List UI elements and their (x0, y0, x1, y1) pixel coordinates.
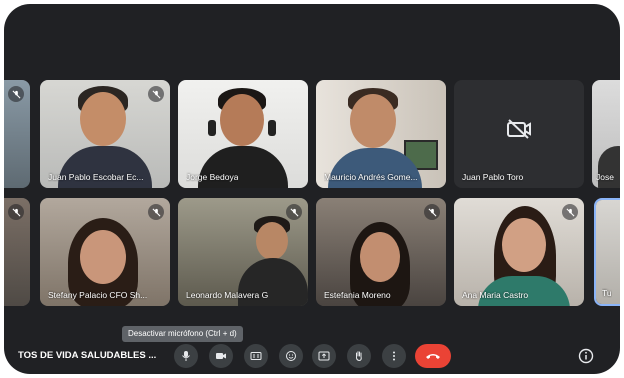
muted-mic-icon (8, 204, 24, 220)
muted-mic-icon (286, 204, 302, 220)
participant-name: Ana Maria Castro (462, 290, 529, 300)
participant-name: Mauricio Andrés Gome... (324, 172, 418, 182)
more-icon (393, 351, 395, 361)
muted-mic-icon (148, 204, 164, 220)
camera-icon (216, 353, 226, 359)
emoji-button[interactable] (279, 344, 303, 368)
more-options-button[interactable] (382, 344, 406, 368)
participant-tile[interactable]: Jorge Bedoya (178, 80, 308, 188)
meeting-title: TOS DE VIDA SALUDABLES ... (18, 350, 157, 361)
muted-mic-icon (148, 86, 164, 102)
muted-mic-icon (424, 204, 440, 220)
camera-off-icon (506, 118, 532, 140)
participant-tile[interactable]: Leonardo Malavera G (178, 198, 308, 306)
control-bar: TOS DE VIDA SALUDABLES ... (4, 340, 620, 370)
participant-tile[interactable]: Jose (592, 80, 620, 188)
participant-tile[interactable]: Mauricio Andrés Gome... (316, 80, 446, 188)
raise-hand-button[interactable] (347, 344, 371, 368)
participant-tile[interactable]: Estefania Moreno (316, 198, 446, 306)
self-name: Tu (602, 288, 612, 298)
participant-name: Jorge Bedoya (186, 172, 239, 182)
camera-button[interactable] (209, 344, 233, 368)
participant-name: Estefania Moreno (324, 290, 391, 300)
participant-name: Jose (596, 172, 614, 182)
hangup-icon (426, 354, 440, 359)
leave-call-button[interactable] (415, 344, 451, 368)
participant-tile-partial-left-bottom[interactable] (4, 198, 30, 306)
participant-name: Stefany Palacio CFO Sh... (48, 290, 148, 300)
participant-name: Leonardo Malavera G (186, 290, 269, 300)
emoji-icon (286, 351, 296, 361)
mic-icon (182, 351, 190, 361)
self-view-tile[interactable]: Tu (594, 198, 620, 306)
present-button[interactable] (312, 344, 336, 368)
mic-button[interactable] (174, 344, 198, 368)
participant-tile[interactable]: Juan Pablo Escobar Ec... (40, 80, 170, 188)
captions-button[interactable] (244, 344, 268, 368)
raise-hand-icon (355, 351, 362, 362)
participant-tile[interactable]: Ana Maria Castro (454, 198, 584, 306)
present-icon (318, 351, 330, 361)
participant-tile-partial-left-top[interactable] (4, 80, 30, 188)
muted-mic-icon (562, 204, 578, 220)
info-icon (578, 348, 594, 364)
meeting-details-button[interactable] (578, 348, 594, 364)
participant-name: Juan Pablo Toro (462, 172, 524, 182)
muted-mic-icon (8, 86, 24, 102)
participant-tile-camera-off[interactable]: Juan Pablo Toro (454, 80, 584, 188)
meet-window: Juan Pablo Escobar Ec... Jorge Bedoya Ma… (4, 4, 620, 374)
captions-icon (250, 352, 262, 360)
participant-tile[interactable]: Stefany Palacio CFO Sh... (40, 198, 170, 306)
participant-name: Juan Pablo Escobar Ec... (48, 172, 144, 182)
